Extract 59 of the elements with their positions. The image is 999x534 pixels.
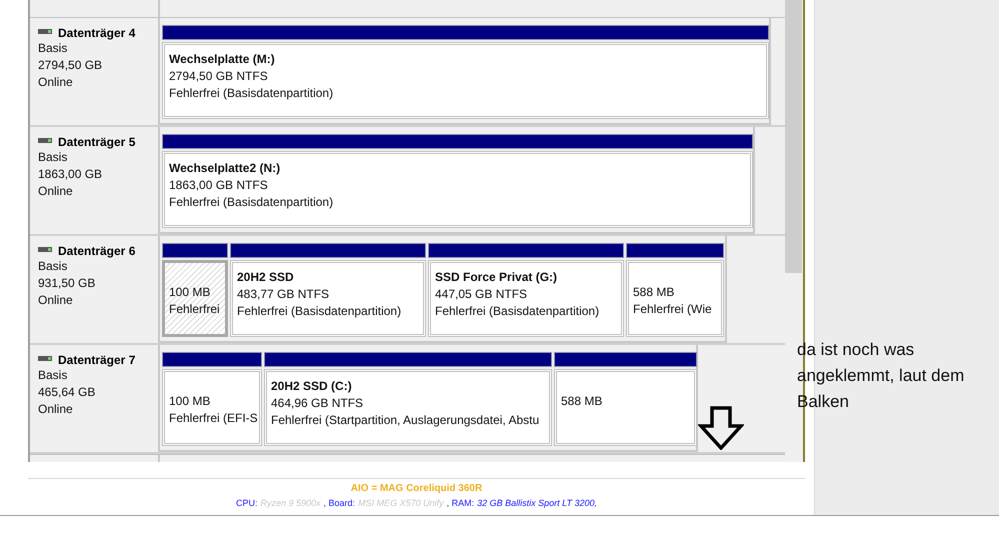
disk-size: 465,64 GB xyxy=(38,384,96,401)
drive-icon xyxy=(38,356,52,360)
disk-size: 1863,00 GB xyxy=(38,166,104,183)
partition-status: Fehlerfrei (Basisdatenpartition) xyxy=(169,85,334,102)
partition-status: Fehlerfrei (Wie xyxy=(633,301,713,318)
disk-name: Datenträger 5 xyxy=(58,135,136,149)
disk-name: Datenträger 6 xyxy=(58,244,136,258)
partition-box[interactable]: 588 MB xyxy=(554,369,697,446)
disk-type: Basis xyxy=(38,258,68,275)
partition-size: 2794,50 GB NTFS xyxy=(169,68,269,85)
partition-status: Fehlerfrei xyxy=(169,301,221,318)
disk-type: Basis xyxy=(38,149,68,166)
partition-box[interactable]: Wechselplatte (M:) 2794,50 GB NTFS Fehlerfrei (Basisdatenpartition) xyxy=(162,42,769,119)
disk-status: Online xyxy=(38,292,74,309)
partition-box[interactable]: 20H2 SSD (C:) 464,96 GB NTFS Fehlerfrei (Startpartition, Auslagerungsdatei, Abstu xyxy=(264,369,552,446)
partition-title: Wechselplatte (M:) xyxy=(169,51,276,68)
disk-type: Basis xyxy=(38,367,68,384)
disk-type: Basis xyxy=(38,40,68,57)
disk-name: Datenträger 4 xyxy=(58,26,136,40)
partition-size: 1863,00 GB NTFS xyxy=(169,177,269,194)
partition-title: 20H2 SSD (C:) xyxy=(271,378,353,395)
partition-size: 100 MB xyxy=(169,393,212,410)
partition-status: Fehlerfrei (Basisdatenpartition) xyxy=(169,194,334,211)
partition-bar xyxy=(162,243,228,258)
partition-size: 447,05 GB NTFS xyxy=(435,286,528,303)
drive-icon xyxy=(38,138,52,142)
partition-box[interactable]: 588 MB Fehlerfrei (Wie xyxy=(626,260,724,337)
disk-name: Datenträger 7 xyxy=(58,353,136,367)
drive-icon xyxy=(38,28,52,34)
disk-size: 2794,50 GB xyxy=(38,57,104,74)
signature-text: 32 GB Ballistix Sport LT 3200, xyxy=(477,498,598,508)
drive-icon xyxy=(38,246,52,252)
partition-title: Wechselplatte2 (N:) xyxy=(169,160,282,177)
signature-headline: AIO = MAG Coreliquid 360R xyxy=(350,483,482,494)
partition-size: 100 MB xyxy=(169,284,212,301)
partition-size: 483,77 GB NTFS xyxy=(237,286,330,303)
partition-title: SSD Force Privat (G:) xyxy=(435,269,558,286)
scrollbar-thumb[interactable] xyxy=(785,0,802,273)
partition-status: Fehlerfrei (Basisdatenpartition) xyxy=(237,303,402,320)
partition-size: 464,96 GB NTFS xyxy=(271,395,364,412)
signature-text: CPU: xyxy=(236,498,258,508)
partition-size: 588 MB xyxy=(561,393,604,410)
partition-box[interactable]: 100 MB Fehlerfrei (EFI-S xyxy=(162,369,262,446)
partition-title: 20H2 SSD xyxy=(237,269,295,286)
partition-box[interactable]: 100 MB Fehlerfrei xyxy=(162,260,228,337)
partition-status: Fehlerfrei (Basisdatenpartition) xyxy=(435,303,600,320)
disk-status: Online xyxy=(38,183,74,200)
disk-size: 931,50 GB xyxy=(38,275,96,292)
signature-text: , Board: xyxy=(324,498,356,508)
partition-box[interactable]: 20H2 SSD 483,77 GB NTFS Fehlerfrei (Basisdatenpartition) xyxy=(230,260,426,337)
signature-text: , RAM: xyxy=(446,498,474,508)
down-arrow-icon xyxy=(698,406,744,450)
disk-status: Online xyxy=(38,401,74,418)
partition-status: Fehlerfrei (EFI-S xyxy=(169,410,255,427)
partition-size: 588 MB xyxy=(633,284,676,301)
disk-status: Online xyxy=(38,74,74,91)
partition-status: Fehlerfrei (Startpartition, Auslagerungsdatei, Abstu xyxy=(271,412,540,429)
partition-box[interactable]: Wechselplatte2 (N:) 1863,00 GB NTFS Fehlerfrei (Basisdatenpartition) xyxy=(162,151,753,228)
partition-box[interactable]: SSD Force Privat (G:) 447,05 GB NTFS Fehlerfrei (Basisdatenpartition) xyxy=(428,260,624,337)
